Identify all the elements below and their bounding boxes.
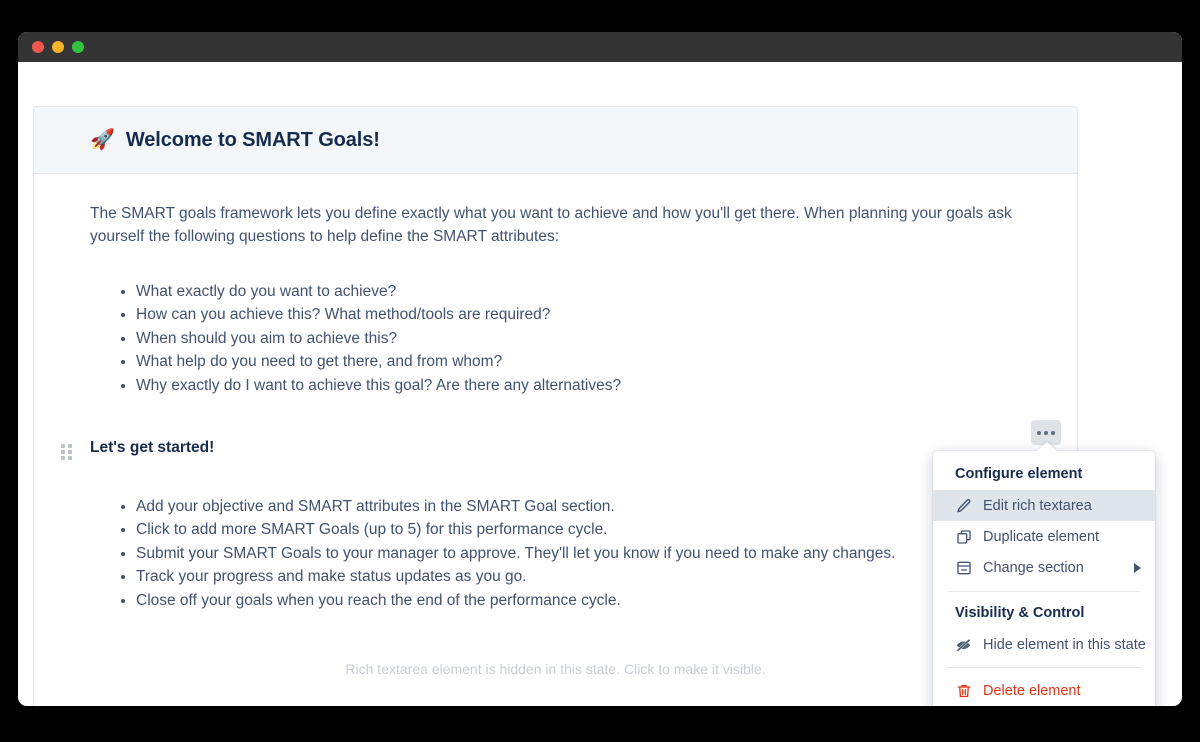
menu-divider	[947, 591, 1141, 592]
browser-window: 🚀 Welcome to SMART Goals! The SMART goal…	[18, 32, 1182, 706]
duplicate-icon	[955, 528, 972, 545]
drag-dot	[61, 450, 65, 454]
eye-off-icon	[955, 636, 972, 653]
menu-divider	[947, 667, 1141, 668]
menu-item-label: Delete element	[983, 682, 1081, 699]
menu-item-label: Hide element in this state	[983, 636, 1146, 653]
list-item: Track your progress and make status upda…	[136, 565, 1021, 588]
intro-paragraph: The SMART goals framework lets you defin…	[90, 205, 1012, 245]
drag-handle[interactable]	[61, 444, 73, 461]
list-item: Why exactly do I want to achieve this go…	[136, 374, 1021, 397]
list-item: What help do you need to get there, and …	[136, 350, 1021, 373]
list-item: What exactly do you want to achieve?	[136, 280, 1021, 303]
list-item: Add your objective and SMART attributes …	[136, 495, 1021, 518]
list-item: How can you achieve this? What method/to…	[136, 303, 1021, 326]
rocket-icon: 🚀	[90, 129, 115, 151]
drag-dot	[61, 444, 65, 448]
card-title-text: Welcome to SMART Goals!	[125, 128, 380, 151]
menu-item-label: Edit rich textarea	[983, 497, 1092, 514]
drag-dot	[68, 450, 72, 454]
minimize-window-button[interactable]	[52, 41, 64, 53]
list-item: Click to add more SMART Goals (up to 5) …	[136, 518, 1021, 541]
menu-item-hide-element[interactable]: Hide element in this state	[933, 629, 1155, 660]
questions-list: What exactly do you want to achieve? How…	[90, 280, 1021, 397]
list-item: Close off your goals when you reach the …	[136, 589, 1021, 612]
menu-item-change-section[interactable]: Change section	[933, 552, 1155, 583]
section-icon	[955, 559, 972, 576]
menu-item-delete-element[interactable]: Delete element	[933, 675, 1155, 706]
list-item: When should you aim to achieve this?	[136, 327, 1021, 350]
window-titlebar	[18, 32, 1182, 62]
menu-item-edit-rich-textarea[interactable]: Edit rich textarea	[933, 490, 1155, 521]
ellipsis-icon	[1037, 430, 1041, 435]
page-title: 🚀 Welcome to SMART Goals!	[90, 129, 380, 152]
card-body: The SMART goals framework lets you defin…	[34, 174, 1077, 677]
drag-dot	[68, 444, 72, 448]
card-header: 🚀 Welcome to SMART Goals!	[34, 107, 1077, 174]
close-window-button[interactable]	[32, 41, 44, 53]
drag-dot	[61, 456, 65, 460]
menu-item-label: Duplicate element	[983, 528, 1100, 545]
menu-section-configure-title: Configure element	[955, 466, 1083, 482]
element-context-menu: Configure element Edit rich textarea Dup…	[933, 451, 1155, 706]
menu-section-visibility-title: Visibility & Control	[955, 605, 1085, 621]
ellipsis-icon	[1051, 430, 1055, 435]
page-viewport: 🚀 Welcome to SMART Goals! The SMART goal…	[18, 62, 1182, 706]
drag-dot	[68, 456, 72, 460]
menu-item-label: Change section	[983, 559, 1084, 576]
chevron-right-icon	[1134, 562, 1141, 573]
steps-list: Add your objective and SMART attributes …	[90, 495, 1021, 612]
ellipsis-icon	[1044, 430, 1048, 435]
hidden-element-placeholder[interactable]: Rich textarea element is hidden in this …	[90, 661, 1021, 677]
list-item: Submit your SMART Goals to your manager …	[136, 542, 1021, 565]
get-started-heading: Let's get started!	[90, 439, 215, 457]
maximize-window-button[interactable]	[72, 41, 84, 53]
trash-icon	[955, 682, 972, 699]
screenshot-root: 🚀 Welcome to SMART Goals! The SMART goal…	[0, 0, 1200, 742]
menu-item-duplicate-element[interactable]: Duplicate element	[933, 521, 1155, 552]
welcome-card: 🚀 Welcome to SMART Goals! The SMART goal…	[33, 106, 1078, 706]
pencil-icon	[955, 497, 972, 514]
